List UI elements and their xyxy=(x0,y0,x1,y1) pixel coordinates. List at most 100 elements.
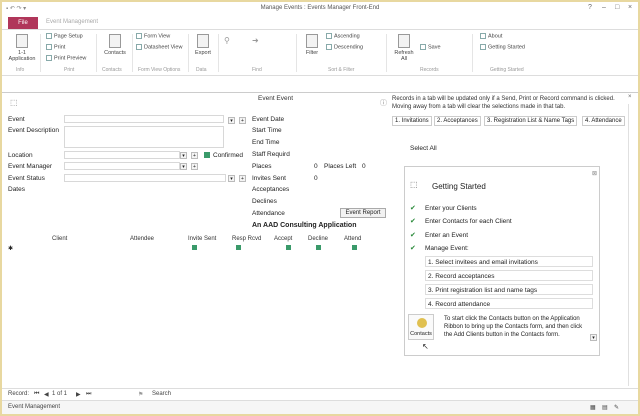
getting-started-icon: ⬚ xyxy=(410,180,418,189)
check-icon: ✔ xyxy=(410,218,416,225)
event-description-field[interactable] xyxy=(64,126,224,148)
refresh-all-label: Refresh All xyxy=(394,50,414,62)
event-status-dropdown-icon[interactable]: ▾ xyxy=(228,175,235,182)
refresh-icon xyxy=(398,34,410,48)
find-icon[interactable]: ⚲ xyxy=(224,36,230,45)
help-icon[interactable]: ? xyxy=(588,4,592,11)
record-counter[interactable]: 1 of 1 xyxy=(52,391,67,397)
page-setup-label: Page Setup xyxy=(54,33,83,40)
check-icon: ✔ xyxy=(410,205,416,212)
grid-header-decline: Decline xyxy=(308,236,329,242)
search-label[interactable]: Search xyxy=(152,391,171,397)
ribbon-separator xyxy=(132,34,133,72)
location-label: Location xyxy=(8,152,33,159)
next-record-icon[interactable]: ▶ xyxy=(76,391,81,398)
select-all-label[interactable]: Select All xyxy=(410,145,437,152)
dates-label: Dates xyxy=(8,186,25,193)
layout-view-status-icon[interactable]: ▤ xyxy=(602,404,608,411)
substep-acceptances: 2. Record acceptances xyxy=(425,270,593,281)
form-view-status-icon[interactable]: ▦ xyxy=(590,404,596,411)
attend-checkbox[interactable] xyxy=(352,245,357,250)
ribbon-separator xyxy=(188,34,189,72)
mouse-cursor-icon: ↖ xyxy=(422,342,429,351)
ribbon-tab-event-management[interactable]: Event Management xyxy=(46,19,98,25)
tab-attendance[interactable]: 4. Attendance xyxy=(582,116,625,126)
close-window-icon[interactable]: × xyxy=(628,4,632,11)
location-add-icon[interactable]: + xyxy=(191,152,198,159)
grid-header-resp-rcvd: Resp Rcvd xyxy=(232,236,262,242)
location-dropdown-icon[interactable]: ▾ xyxy=(180,152,187,159)
export-icon xyxy=(197,34,209,48)
print-preview-button[interactable]: Print Preview xyxy=(46,55,86,61)
step-enter-contacts: Enter Contacts for each Client xyxy=(425,218,512,225)
tab-acceptances[interactable]: 2. Acceptances xyxy=(434,116,481,126)
goto-icon[interactable]: ➜ xyxy=(252,36,259,45)
page-setup-button[interactable]: Page Setup xyxy=(46,33,83,39)
application-icon xyxy=(16,34,28,48)
print-button[interactable]: Print xyxy=(46,44,65,50)
form-view-button[interactable]: Form View xyxy=(136,33,170,39)
tab-invitations[interactable]: 1. Invitations xyxy=(392,116,432,126)
export-button[interactable]: Export xyxy=(192,34,214,56)
file-tab[interactable]: File xyxy=(8,17,38,29)
substep-attendance: 4. Record attendance xyxy=(425,298,593,309)
tab-registration-list[interactable]: 3. Registration List & Name Tags xyxy=(484,116,578,126)
design-view-status-icon[interactable]: ✎ xyxy=(614,404,619,411)
record-navigation-bar: Record: ⏮ ◀ 1 of 1 ▶ ⏭ ⚑ Search xyxy=(2,388,638,400)
about-button[interactable]: About xyxy=(480,33,502,39)
check-icon: ✔ xyxy=(410,232,416,239)
invites-sent-label: Invites Sent xyxy=(252,175,286,182)
ribbon-group-form-view: Form View Options xyxy=(138,67,181,73)
panel-scroll-icon[interactable]: ▾ xyxy=(590,334,597,341)
acceptances-label: Acceptances xyxy=(252,186,290,193)
confirmed-checkbox[interactable] xyxy=(204,152,210,158)
step-manage-event: Manage Event: xyxy=(425,245,469,252)
getting-started-button[interactable]: Getting Started xyxy=(480,44,525,50)
accept-checkbox[interactable] xyxy=(286,245,291,250)
ribbon-group-contacts: Contacts xyxy=(102,67,122,73)
window-title: Manage Events : Events Manager Front-End xyxy=(260,5,380,11)
event-manager-add-icon[interactable]: + xyxy=(191,163,198,170)
contacts-ribbon-button[interactable]: Contacts xyxy=(102,34,128,56)
contacts-button[interactable]: Contacts xyxy=(408,314,434,340)
places-value: 0 xyxy=(314,163,318,170)
first-record-icon[interactable]: ⏮ xyxy=(34,391,39,398)
descending-button[interactable]: Descending xyxy=(326,44,363,50)
ascending-button[interactable]: Ascending xyxy=(326,33,360,39)
event-status-field[interactable] xyxy=(64,174,226,182)
invite-sent-checkbox[interactable] xyxy=(192,245,197,250)
ribbon-separator xyxy=(96,34,97,72)
event-field[interactable] xyxy=(64,115,224,123)
event-status-add-icon[interactable]: + xyxy=(239,175,246,182)
descending-label: Descending xyxy=(334,44,364,51)
minimize-icon[interactable]: – xyxy=(602,4,606,11)
resp-rcvd-checkbox[interactable] xyxy=(236,245,241,250)
new-record-icon[interactable]: ✱ xyxy=(8,245,13,252)
info-notice-icon: ⓘ xyxy=(380,100,387,107)
datasheet-view-button[interactable]: Datasheet View xyxy=(136,44,182,50)
application-button[interactable]: 1-1 Application xyxy=(8,34,36,62)
info-icon xyxy=(480,33,486,39)
check-icon: ✔ xyxy=(410,245,416,252)
panel-close-icon[interactable]: ⊠ xyxy=(592,170,597,177)
location-field[interactable] xyxy=(64,151,180,159)
decline-checkbox[interactable] xyxy=(316,245,321,250)
last-record-icon[interactable]: ⏭ xyxy=(86,391,91,398)
filter-button[interactable]: Filter xyxy=(302,34,322,56)
event-description-label: Event Description xyxy=(8,127,59,134)
grid-header-client: Client xyxy=(52,236,68,242)
event-dropdown-icon[interactable]: ▾ xyxy=(228,117,235,124)
event-date-label: Event Date xyxy=(252,116,285,123)
maximize-icon[interactable]: □ xyxy=(615,4,619,11)
form-view-icon xyxy=(136,33,142,39)
prev-record-icon[interactable]: ◀ xyxy=(44,391,49,398)
refresh-all-button[interactable]: Refresh All xyxy=(392,34,416,62)
save-button[interactable]: Save xyxy=(420,44,441,50)
event-manager-dropdown-icon[interactable]: ▾ xyxy=(180,163,187,170)
staff-required-label: Staff Requird xyxy=(252,151,290,158)
event-report-button[interactable]: Event Report xyxy=(340,208,386,218)
event-manager-field[interactable] xyxy=(64,162,180,170)
form-header-title: Event Event xyxy=(258,95,294,102)
event-add-icon[interactable]: + xyxy=(239,117,246,124)
vertical-scrollbar[interactable] xyxy=(628,104,636,386)
